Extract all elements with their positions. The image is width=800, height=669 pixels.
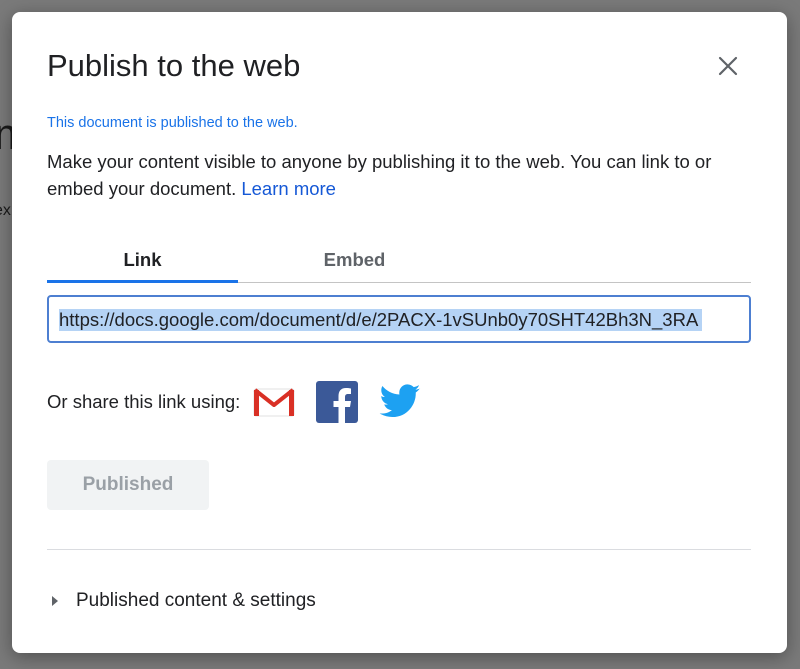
tab-embed[interactable]: Embed [259,246,450,282]
close-icon [718,56,738,76]
share-row: Or share this link using: [47,380,441,424]
settings-label: Published content & settings [76,590,316,611]
facebook-icon [316,381,359,424]
twitter-icon [379,384,421,418]
background-document-fragment-2: ex [0,202,11,219]
share-facebook-button[interactable] [315,380,359,424]
publish-dialog: Publish to the web This document is publ… [12,12,787,653]
published-settings-toggle[interactable]: Published content & settings [52,590,316,612]
gmail-icon [253,388,295,417]
published-url-field[interactable]: https://docs.google.com/document/d/e/2PA… [47,295,751,343]
published-status-text: This document is published to the web. [47,115,298,131]
learn-more-link[interactable]: Learn more [241,178,336,199]
description-text: Make your content visible to anyone by p… [47,151,712,199]
published-url-text: https://docs.google.com/document/d/e/2PA… [59,309,703,331]
dialog-title: Publish to the web [47,48,301,83]
share-twitter-button[interactable] [378,380,422,424]
caret-right-icon [52,596,58,606]
published-button[interactable]: Published [47,460,209,510]
section-divider [47,549,751,550]
share-gmail-button[interactable] [252,380,296,424]
description: Make your content visible to anyone by p… [47,148,747,202]
share-label: Or share this link using: [47,391,241,412]
close-button[interactable] [714,52,742,80]
publish-tabs: Link Embed [47,246,751,283]
tab-link[interactable]: Link [47,246,238,283]
